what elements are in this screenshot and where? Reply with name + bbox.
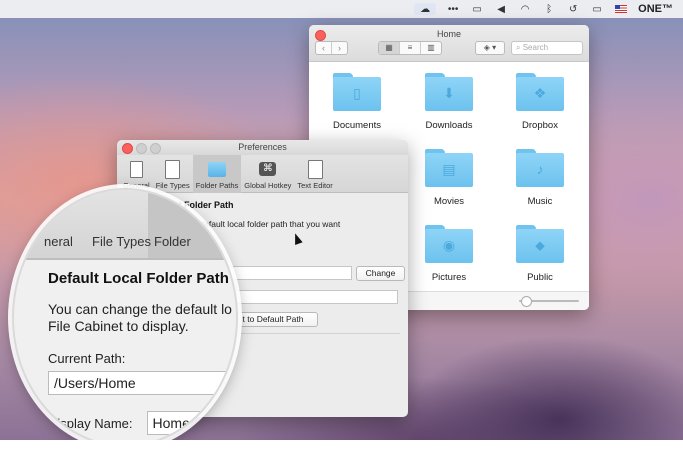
- magnified-description-line-1: You can change the default lo: [48, 301, 232, 317]
- magnified-toolbar: neral File Types Folder: [14, 190, 236, 260]
- airplay-icon[interactable]: ▭: [470, 3, 484, 15]
- magnified-heading: Default Local Folder Path: [48, 270, 229, 287]
- tab-folder-paths[interactable]: Folder Paths: [192, 155, 242, 193]
- volume-icon[interactable]: ◀: [494, 3, 508, 15]
- finder-title: Home: [436, 29, 461, 39]
- tab-label: Text Editor: [297, 181, 333, 190]
- folder-movies[interactable]: ▤ Movies: [409, 149, 489, 207]
- folder-label: Downloads: [425, 120, 473, 131]
- bluetooth-icon[interactable]: ᛒ: [542, 3, 556, 15]
- view-mode-switch: ▦ ≡ ▥: [378, 41, 442, 55]
- column-view-button[interactable]: ▥: [420, 42, 441, 54]
- search-icon: ⌕: [516, 43, 523, 52]
- folder-downloads[interactable]: ⬇ Downloads: [409, 73, 489, 131]
- folder-documents[interactable]: ▯ Documents: [317, 73, 397, 131]
- folder-pictures[interactable]: ◉ Pictures: [409, 225, 489, 283]
- forward-button[interactable]: ›: [331, 42, 347, 54]
- camera-icon: ◉: [442, 237, 456, 253]
- documents-icon: [164, 159, 182, 179]
- prefs-titlebar: Preferences: [117, 140, 408, 155]
- wifi-icon[interactable]: ◠: [518, 3, 532, 15]
- current-path-field[interactable]: [225, 266, 352, 280]
- folder-label: Dropbox: [522, 120, 558, 131]
- public-icon: ⬥: [535, 237, 545, 253]
- time-machine-icon[interactable]: ↺: [566, 3, 580, 15]
- arrange-button[interactable]: ◈ ▾: [475, 41, 505, 55]
- change-button[interactable]: Change: [356, 266, 405, 281]
- tab-global-hotkey[interactable]: ⌘ Global Hotkey: [241, 155, 294, 193]
- tab-file-types[interactable]: File Types: [153, 155, 193, 193]
- folder-public[interactable]: ⬥ Public: [500, 225, 580, 283]
- folder-label: Pictures: [431, 272, 467, 283]
- display-name-label: Display Name:: [48, 415, 133, 431]
- magnified-content: Default Local Folder Path You can change…: [48, 270, 236, 440]
- display-name-row: [225, 290, 398, 304]
- folder-icon: [208, 160, 226, 178]
- folder-label: Movies: [433, 196, 465, 207]
- close-button[interactable]: [315, 30, 326, 41]
- nav-buttons: ‹ ›: [315, 41, 348, 55]
- magnified-description: You can change the default lo File Cabin…: [48, 301, 236, 335]
- folder-label: Documents: [332, 120, 382, 131]
- search-input[interactable]: ⌕ Search: [511, 41, 583, 55]
- magnified-display-name-field[interactable]: Home: [146, 411, 236, 435]
- menu-bar: ☁ ••• ▭ ◀ ◠ ᛒ ↺ ▭ ONE™: [0, 0, 683, 18]
- zoom-button[interactable]: [150, 143, 161, 154]
- magnifier-lens: neral File Types Folder Default Local Fo…: [12, 188, 238, 440]
- current-path-row: [225, 266, 352, 280]
- finder-titlebar: Home ‹ › ▦ ≡ ▥ ◈ ▾ ⌕ Search: [309, 25, 589, 62]
- display-name-row: Display Name: Home: [48, 411, 236, 435]
- tab-text-editor[interactable]: Text Editor: [294, 155, 335, 193]
- icon-view-button[interactable]: ▦: [379, 42, 399, 54]
- search-placeholder: Search: [522, 43, 549, 52]
- cloud-icon[interactable]: ☁: [414, 3, 437, 15]
- music-icon: ♪: [536, 161, 544, 177]
- current-path-label: Current Path:: [48, 351, 126, 366]
- folder-label: Public: [527, 272, 553, 283]
- command-key-icon: ⌘: [259, 160, 277, 178]
- tab-label: File Types: [155, 181, 190, 190]
- text-document-icon: [306, 159, 324, 179]
- folder-music[interactable]: ♪ Music: [500, 149, 580, 207]
- prefs-toolbar: General File Types Folder Paths ⌘ Global …: [117, 155, 408, 193]
- magnified-tab-file-types[interactable]: File Types: [92, 234, 151, 249]
- user-name[interactable]: ONE™: [638, 3, 673, 15]
- tab-label: Global Hotkey: [244, 181, 292, 190]
- dropbox-icon: ❖: [533, 85, 547, 101]
- document-icon: ▯: [353, 85, 361, 101]
- folder-dropbox[interactable]: ❖ Dropbox: [500, 73, 580, 131]
- ellipsis-icon[interactable]: •••: [446, 3, 460, 15]
- list-view-button[interactable]: ≡: [399, 42, 420, 54]
- magnified-current-path-field[interactable]: /Users/Home: [48, 371, 236, 395]
- switch-icon: [127, 160, 145, 178]
- film-icon: ▤: [442, 161, 456, 177]
- display-name-field[interactable]: [225, 290, 398, 304]
- download-icon: ⬇: [443, 85, 455, 101]
- folder-label: Music: [527, 196, 553, 207]
- magnified-tab-general[interactable]: neral: [44, 234, 73, 249]
- slider-knob[interactable]: [521, 296, 532, 307]
- minimize-button[interactable]: [136, 143, 147, 154]
- icon-size-slider[interactable]: [519, 296, 579, 307]
- reset-default-path-button[interactable]: t to Default Path: [228, 312, 318, 327]
- back-button[interactable]: ‹: [316, 42, 331, 54]
- close-button[interactable]: [122, 143, 133, 154]
- magnified-description-line-2: File Cabinet to display.: [48, 318, 189, 334]
- desktop-wallpaper: ☁ ••• ▭ ◀ ◠ ᛒ ↺ ▭ ONE™ Home ‹ › ▦ ≡ ▥ ◈ …: [0, 0, 683, 440]
- magnified-tab-folder[interactable]: Folder: [154, 234, 191, 249]
- battery-icon[interactable]: ▭: [590, 3, 604, 15]
- tab-label: Folder Paths: [195, 181, 239, 190]
- flag-icon[interactable]: [614, 3, 628, 15]
